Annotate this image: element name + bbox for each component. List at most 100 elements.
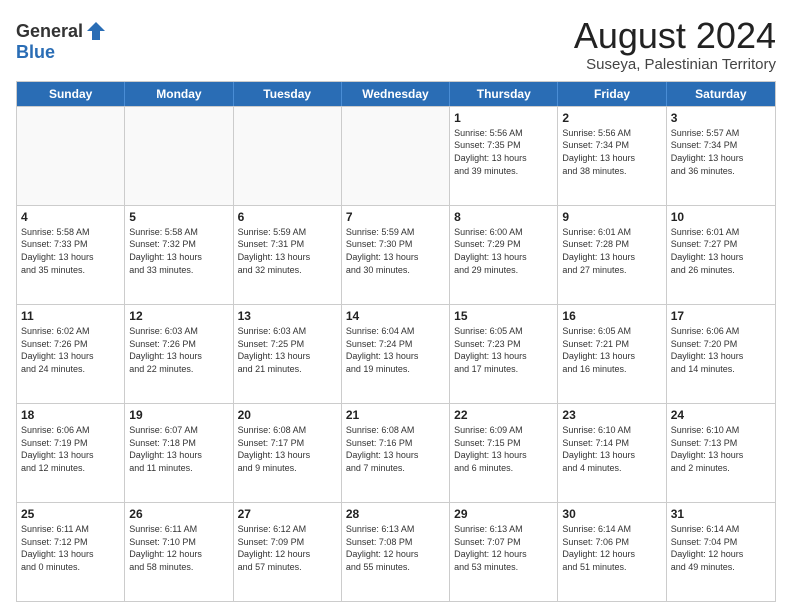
day-info: Sunrise: 6:05 AM Sunset: 7:23 PM Dayligh… xyxy=(454,325,553,375)
calendar-cell: 27Sunrise: 6:12 AM Sunset: 7:09 PM Dayli… xyxy=(234,503,342,601)
subtitle: Suseya, Palestinian Territory xyxy=(574,56,776,73)
calendar-cell: 2Sunrise: 5:56 AM Sunset: 7:34 PM Daylig… xyxy=(558,107,666,205)
day-number: 7 xyxy=(346,209,445,225)
calendar-cell: 19Sunrise: 6:07 AM Sunset: 7:18 PM Dayli… xyxy=(125,404,233,502)
calendar-cell: 16Sunrise: 6:05 AM Sunset: 7:21 PM Dayli… xyxy=(558,305,666,403)
calendar-cell: 13Sunrise: 6:03 AM Sunset: 7:25 PM Dayli… xyxy=(234,305,342,403)
calendar-header-cell: Monday xyxy=(125,82,233,106)
day-info: Sunrise: 6:13 AM Sunset: 7:07 PM Dayligh… xyxy=(454,523,553,573)
day-info: Sunrise: 6:06 AM Sunset: 7:20 PM Dayligh… xyxy=(671,325,771,375)
day-number: 6 xyxy=(238,209,337,225)
calendar-week: 18Sunrise: 6:06 AM Sunset: 7:19 PM Dayli… xyxy=(17,403,775,502)
day-number: 17 xyxy=(671,308,771,324)
calendar-week: 11Sunrise: 6:02 AM Sunset: 7:26 PM Dayli… xyxy=(17,304,775,403)
day-info: Sunrise: 6:00 AM Sunset: 7:29 PM Dayligh… xyxy=(454,226,553,276)
header: General Blue August 2024 Suseya, Palesti… xyxy=(16,16,776,73)
day-number: 28 xyxy=(346,506,445,522)
calendar-cell: 9Sunrise: 6:01 AM Sunset: 7:28 PM Daylig… xyxy=(558,206,666,304)
calendar-cell: 31Sunrise: 6:14 AM Sunset: 7:04 PM Dayli… xyxy=(667,503,775,601)
day-number: 1 xyxy=(454,110,553,126)
day-number: 22 xyxy=(454,407,553,423)
calendar-cell: 1Sunrise: 5:56 AM Sunset: 7:35 PM Daylig… xyxy=(450,107,558,205)
calendar-header-cell: Tuesday xyxy=(234,82,342,106)
day-info: Sunrise: 5:58 AM Sunset: 7:32 PM Dayligh… xyxy=(129,226,228,276)
calendar-body: 1Sunrise: 5:56 AM Sunset: 7:35 PM Daylig… xyxy=(17,106,775,601)
calendar-cell: 18Sunrise: 6:06 AM Sunset: 7:19 PM Dayli… xyxy=(17,404,125,502)
day-info: Sunrise: 6:02 AM Sunset: 7:26 PM Dayligh… xyxy=(21,325,120,375)
calendar-header-cell: Thursday xyxy=(450,82,558,106)
calendar-cell xyxy=(234,107,342,205)
day-info: Sunrise: 5:59 AM Sunset: 7:30 PM Dayligh… xyxy=(346,226,445,276)
day-number: 25 xyxy=(21,506,120,522)
day-info: Sunrise: 5:59 AM Sunset: 7:31 PM Dayligh… xyxy=(238,226,337,276)
day-number: 18 xyxy=(21,407,120,423)
calendar-cell: 29Sunrise: 6:13 AM Sunset: 7:07 PM Dayli… xyxy=(450,503,558,601)
day-number: 20 xyxy=(238,407,337,423)
day-info: Sunrise: 6:01 AM Sunset: 7:28 PM Dayligh… xyxy=(562,226,661,276)
day-info: Sunrise: 6:08 AM Sunset: 7:17 PM Dayligh… xyxy=(238,424,337,474)
day-info: Sunrise: 5:56 AM Sunset: 7:34 PM Dayligh… xyxy=(562,127,661,177)
day-number: 9 xyxy=(562,209,661,225)
day-number: 27 xyxy=(238,506,337,522)
calendar-cell: 23Sunrise: 6:10 AM Sunset: 7:14 PM Dayli… xyxy=(558,404,666,502)
calendar-header-cell: Friday xyxy=(558,82,666,106)
day-info: Sunrise: 6:08 AM Sunset: 7:16 PM Dayligh… xyxy=(346,424,445,474)
day-number: 16 xyxy=(562,308,661,324)
day-info: Sunrise: 6:11 AM Sunset: 7:10 PM Dayligh… xyxy=(129,523,228,573)
day-info: Sunrise: 6:13 AM Sunset: 7:08 PM Dayligh… xyxy=(346,523,445,573)
day-number: 29 xyxy=(454,506,553,522)
page: General Blue August 2024 Suseya, Palesti… xyxy=(0,0,792,612)
day-info: Sunrise: 6:06 AM Sunset: 7:19 PM Dayligh… xyxy=(21,424,120,474)
day-number: 30 xyxy=(562,506,661,522)
day-info: Sunrise: 6:10 AM Sunset: 7:14 PM Dayligh… xyxy=(562,424,661,474)
logo: General Blue xyxy=(16,20,107,63)
calendar-cell: 4Sunrise: 5:58 AM Sunset: 7:33 PM Daylig… xyxy=(17,206,125,304)
day-info: Sunrise: 6:05 AM Sunset: 7:21 PM Dayligh… xyxy=(562,325,661,375)
day-number: 13 xyxy=(238,308,337,324)
calendar-cell: 12Sunrise: 6:03 AM Sunset: 7:26 PM Dayli… xyxy=(125,305,233,403)
day-number: 4 xyxy=(21,209,120,225)
day-info: Sunrise: 6:07 AM Sunset: 7:18 PM Dayligh… xyxy=(129,424,228,474)
day-info: Sunrise: 6:12 AM Sunset: 7:09 PM Dayligh… xyxy=(238,523,337,573)
calendar-cell: 5Sunrise: 5:58 AM Sunset: 7:32 PM Daylig… xyxy=(125,206,233,304)
calendar-cell xyxy=(342,107,450,205)
calendar-cell: 20Sunrise: 6:08 AM Sunset: 7:17 PM Dayli… xyxy=(234,404,342,502)
calendar-cell: 26Sunrise: 6:11 AM Sunset: 7:10 PM Dayli… xyxy=(125,503,233,601)
calendar-cell xyxy=(125,107,233,205)
day-number: 14 xyxy=(346,308,445,324)
title-block: August 2024 Suseya, Palestinian Territor… xyxy=(574,16,776,73)
calendar-cell: 3Sunrise: 5:57 AM Sunset: 7:34 PM Daylig… xyxy=(667,107,775,205)
calendar-header-cell: Saturday xyxy=(667,82,775,106)
calendar-cell: 22Sunrise: 6:09 AM Sunset: 7:15 PM Dayli… xyxy=(450,404,558,502)
calendar-week: 4Sunrise: 5:58 AM Sunset: 7:33 PM Daylig… xyxy=(17,205,775,304)
calendar-cell: 6Sunrise: 5:59 AM Sunset: 7:31 PM Daylig… xyxy=(234,206,342,304)
day-info: Sunrise: 6:09 AM Sunset: 7:15 PM Dayligh… xyxy=(454,424,553,474)
calendar-cell: 11Sunrise: 6:02 AM Sunset: 7:26 PM Dayli… xyxy=(17,305,125,403)
day-number: 2 xyxy=(562,110,661,126)
calendar-cell xyxy=(17,107,125,205)
calendar-header: SundayMondayTuesdayWednesdayThursdayFrid… xyxy=(17,82,775,106)
calendar-cell: 21Sunrise: 6:08 AM Sunset: 7:16 PM Dayli… xyxy=(342,404,450,502)
day-number: 3 xyxy=(671,110,771,126)
calendar-cell: 15Sunrise: 6:05 AM Sunset: 7:23 PM Dayli… xyxy=(450,305,558,403)
logo-icon xyxy=(85,20,107,42)
day-info: Sunrise: 5:57 AM Sunset: 7:34 PM Dayligh… xyxy=(671,127,771,177)
calendar: SundayMondayTuesdayWednesdayThursdayFrid… xyxy=(16,81,776,602)
day-number: 12 xyxy=(129,308,228,324)
day-number: 5 xyxy=(129,209,228,225)
day-number: 23 xyxy=(562,407,661,423)
day-number: 8 xyxy=(454,209,553,225)
day-info: Sunrise: 6:11 AM Sunset: 7:12 PM Dayligh… xyxy=(21,523,120,573)
calendar-cell: 17Sunrise: 6:06 AM Sunset: 7:20 PM Dayli… xyxy=(667,305,775,403)
calendar-cell: 7Sunrise: 5:59 AM Sunset: 7:30 PM Daylig… xyxy=(342,206,450,304)
day-info: Sunrise: 5:58 AM Sunset: 7:33 PM Dayligh… xyxy=(21,226,120,276)
calendar-week: 25Sunrise: 6:11 AM Sunset: 7:12 PM Dayli… xyxy=(17,502,775,601)
day-info: Sunrise: 5:56 AM Sunset: 7:35 PM Dayligh… xyxy=(454,127,553,177)
day-info: Sunrise: 6:04 AM Sunset: 7:24 PM Dayligh… xyxy=(346,325,445,375)
calendar-cell: 24Sunrise: 6:10 AM Sunset: 7:13 PM Dayli… xyxy=(667,404,775,502)
calendar-cell: 30Sunrise: 6:14 AM Sunset: 7:06 PM Dayli… xyxy=(558,503,666,601)
day-number: 15 xyxy=(454,308,553,324)
day-info: Sunrise: 6:01 AM Sunset: 7:27 PM Dayligh… xyxy=(671,226,771,276)
day-number: 19 xyxy=(129,407,228,423)
logo-blue-text: Blue xyxy=(16,42,55,62)
